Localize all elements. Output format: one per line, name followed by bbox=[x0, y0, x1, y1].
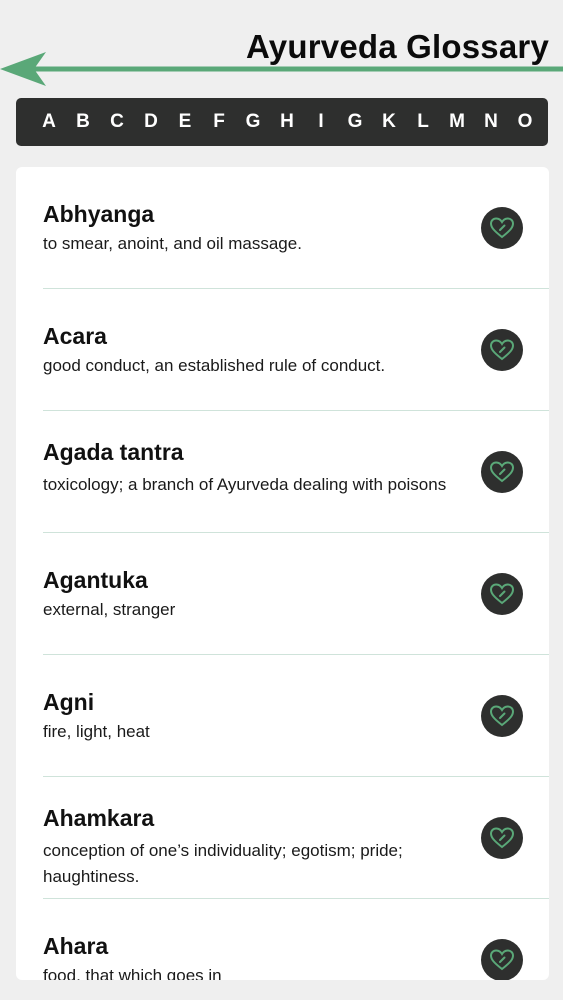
favorite-button[interactable] bbox=[481, 939, 523, 980]
alphabet-letter[interactable]: O bbox=[516, 111, 534, 133]
alphabet-letter[interactable]: C bbox=[108, 111, 126, 133]
alphabet-letter[interactable]: B bbox=[74, 111, 92, 133]
favorite-button[interactable] bbox=[481, 817, 523, 859]
alphabet-letter[interactable]: F bbox=[210, 111, 228, 133]
glossary-definition: good conduct, an established rule of con… bbox=[43, 356, 386, 375]
alphabet-letter[interactable]: L bbox=[414, 111, 432, 133]
favorite-button[interactable] bbox=[481, 695, 523, 737]
glossary-term: Agantuka bbox=[43, 567, 148, 593]
glossary-definition: food, that which goes in bbox=[43, 966, 222, 980]
alphabet-letter[interactable]: M bbox=[448, 111, 466, 133]
heart-icon bbox=[489, 948, 515, 972]
list-item[interactable]: Ahamkara conception of one’s individualit… bbox=[16, 777, 549, 899]
page-title: Ayurveda Glossary bbox=[246, 28, 549, 65]
glossary-term: Ahara bbox=[43, 933, 109, 959]
glossary-term: Acara bbox=[43, 323, 107, 349]
alphabet-letter[interactable]: H bbox=[278, 111, 296, 133]
glossary-term: Ahamkara bbox=[43, 805, 155, 831]
alphabet-letter[interactable]: A bbox=[40, 111, 58, 133]
list-item[interactable]: Agada tantra toxicology; a branch of Ayur… bbox=[16, 411, 549, 533]
heart-icon bbox=[489, 826, 515, 850]
glossary-definition: to smear, anoint, and oil massage. bbox=[43, 234, 302, 253]
glossary-definition: conception of one’s individuality; egoti… bbox=[43, 841, 403, 886]
glossary-term: Agni bbox=[43, 689, 95, 715]
alphabet-letter[interactable]: N bbox=[482, 111, 500, 133]
alphabet-letter[interactable]: G bbox=[346, 111, 364, 133]
alphabet-letter[interactable]: D bbox=[142, 111, 160, 133]
heart-icon bbox=[489, 338, 515, 362]
heart-icon bbox=[489, 460, 515, 484]
glossary-definition: external, stranger bbox=[43, 600, 176, 619]
alphabet-letter[interactable]: E bbox=[176, 111, 194, 133]
header: Ayurveda Glossary bbox=[0, 0, 563, 92]
glossary-definition: toxicology; a branch of Ayurveda dealing… bbox=[43, 475, 447, 494]
glossary-definition: fire, light, heat bbox=[43, 722, 150, 741]
heart-icon bbox=[489, 216, 515, 240]
favorite-button[interactable] bbox=[481, 329, 523, 371]
alphabet-index-bar: ABCDEFGHIGKLMNO bbox=[16, 98, 548, 146]
list-item[interactable]: Agni fire, light, heat bbox=[16, 655, 549, 777]
list-item[interactable]: Ahara food, that which goes in bbox=[16, 899, 549, 980]
favorite-button[interactable] bbox=[481, 451, 523, 493]
alphabet-letter[interactable]: G bbox=[244, 111, 262, 133]
heart-icon bbox=[489, 704, 515, 728]
alphabet-letter[interactable]: I bbox=[312, 111, 330, 133]
list-item[interactable]: Acara good conduct, an established rule … bbox=[16, 289, 549, 411]
heart-icon bbox=[489, 582, 515, 606]
glossary-term: Abhyanga bbox=[43, 201, 155, 227]
list-item[interactable]: Abhyanga to smear, anoint, and oil massag… bbox=[16, 167, 549, 289]
glossary-list: Abhyanga to smear, anoint, and oil massag… bbox=[16, 167, 549, 980]
list-item[interactable]: Agantuka external, stranger bbox=[16, 533, 549, 655]
glossary-term: Agada tantra bbox=[43, 439, 184, 465]
favorite-button[interactable] bbox=[481, 207, 523, 249]
favorite-button[interactable] bbox=[481, 573, 523, 615]
alphabet-letter[interactable]: K bbox=[380, 111, 398, 133]
